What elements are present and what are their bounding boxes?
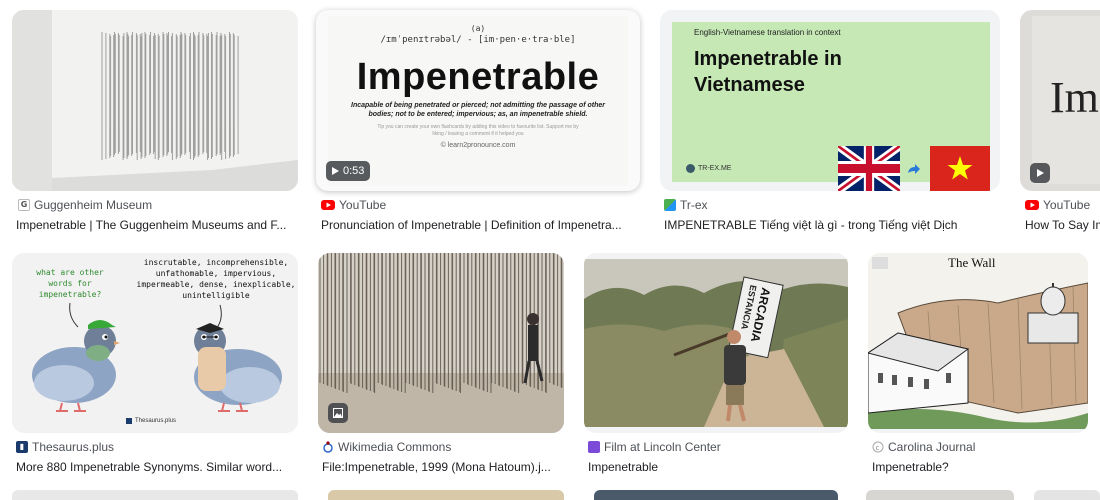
thumb-definition: Incapable of being penetrated or pierced…	[351, 102, 605, 118]
guggenheim-favicon-icon: G	[18, 199, 30, 211]
thumb-line1: Impenetrable in	[694, 48, 842, 70]
result-source: YouTube	[339, 198, 387, 212]
result-source: YouTube	[1043, 198, 1091, 212]
vietnam-flag-icon	[930, 146, 990, 191]
next-row-thumbnail[interactable]	[594, 490, 838, 500]
youtube-icon	[321, 200, 335, 210]
image-badge	[328, 403, 348, 423]
installation-photo	[12, 10, 298, 191]
result-title[interactable]: Impenetrable?	[872, 460, 1082, 474]
result-thumbnail[interactable]: (a) /ɪmˈpenɪtrəbəl/ - [im·pen·e·tra·ble]…	[316, 10, 640, 191]
duration-text: 0:53	[343, 165, 365, 177]
next-row-thumbnail[interactable]	[866, 490, 1014, 500]
video-duration-badge: 0:53	[326, 161, 371, 181]
result-title[interactable]: IMPENETRABLE Tiếng việt là gì - trong Ti…	[664, 218, 994, 232]
result-title[interactable]: File:Impenetrable, 1999 (Mona Hatoum).j.…	[322, 460, 562, 474]
result-source: Guggenheim Museum	[34, 198, 153, 212]
thumb-line2: Vietnamese	[694, 74, 805, 96]
film-still: ESTANCIA ARCADIA	[584, 259, 848, 427]
play-icon	[332, 167, 339, 175]
next-row-thumbnail[interactable]	[1034, 490, 1100, 500]
result-thumbnail[interactable]	[318, 253, 564, 433]
pigeons-illustration	[32, 302, 282, 412]
lincoln-center-favicon-icon	[588, 441, 600, 453]
result-thumbnail[interactable]	[12, 10, 298, 191]
trex-logo-icon	[686, 164, 695, 173]
result-title[interactable]: More 880 Impenetrable Synonyms. Similar …	[16, 460, 296, 474]
uk-flag-icon	[838, 146, 900, 191]
next-row-thumbnail[interactable]	[12, 490, 298, 500]
video-badge	[1030, 163, 1050, 183]
trex-favicon-icon	[664, 199, 676, 211]
thesaurus-brand: Thesaurus.plus	[135, 418, 177, 424]
result-source: Film at Lincoln Center	[604, 440, 721, 454]
result-title[interactable]: Impenetrable	[588, 460, 838, 474]
youtube-icon	[1025, 200, 1039, 210]
result-title[interactable]: Pronunciation of Impenetrable | Definiti…	[321, 218, 635, 232]
wall-cartoon: The Wall	[868, 253, 1088, 429]
result-thumbnail[interactable]: English-Vietnamese translation in contex…	[660, 10, 1000, 191]
phonetic-mark: (a)	[470, 24, 486, 33]
image-icon	[333, 408, 343, 418]
trex-logo-text: TR-EX.ME	[698, 165, 732, 172]
thumb-header: English-Vietnamese translation in contex…	[694, 28, 841, 37]
result-title[interactable]: Impenetrable | The Guggenheim Museums an…	[16, 218, 296, 232]
thumb-tip: Tip you can create your own flashcards b…	[377, 124, 579, 137]
cartoon-caption: The Wall	[948, 255, 996, 270]
arrow-right-icon	[908, 164, 920, 174]
result-source: Wikimedia Commons	[338, 440, 452, 454]
result-source: Carolina Journal	[888, 440, 976, 454]
thumb-word: Impenetrable	[356, 56, 600, 98]
result-thumbnail[interactable]: Im	[1020, 10, 1100, 191]
svg-text:c: c	[876, 444, 880, 452]
thesaurus-logo-icon	[126, 418, 132, 424]
thesaurus-favicon-icon: ▮	[16, 441, 28, 453]
next-row-thumbnail[interactable]	[328, 490, 564, 500]
installation-photo	[318, 253, 564, 433]
result-thumbnail[interactable]: The Wall	[868, 253, 1088, 433]
result-source: Tr-ex	[680, 198, 708, 212]
carolina-journal-favicon-icon: c	[872, 441, 884, 453]
result-thumbnail[interactable]: ESTANCIA ARCADIA	[584, 253, 848, 433]
result-source: Thesaurus.plus	[32, 440, 115, 454]
thumb-word: Im	[1050, 73, 1099, 122]
translation-card: English-Vietnamese translation in contex…	[672, 22, 990, 191]
result-title[interactable]: How To Say Im	[1025, 218, 1100, 232]
phonetic-text: /ɪmˈpenɪtrəbəl/ - [im·pen·e·tra·ble]	[380, 35, 576, 45]
play-icon	[1036, 169, 1044, 177]
wikimedia-icon	[323, 441, 333, 453]
result-thumbnail[interactable]: what are other words for impenetrable? i…	[12, 253, 298, 433]
thumb-credit: © learn2pronounce.com	[440, 142, 516, 149]
